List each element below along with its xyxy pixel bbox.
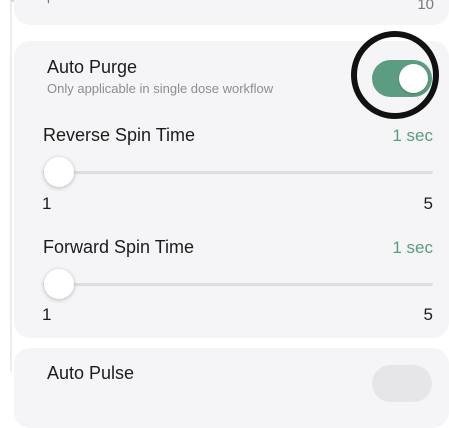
forward-spin-time-slider[interactable]	[43, 283, 433, 286]
auto-purge-subtitle: Only applicable in single dose workflow	[47, 81, 274, 96]
reverse-spin-time-label: Reverse Spin Time	[43, 125, 196, 145]
reverse-spin-time-min: 1	[42, 194, 52, 213]
forward-spin-time-value: 1 sec	[392, 238, 433, 257]
auto-pulse-toggle[interactable]	[372, 365, 432, 402]
forward-spin-time-label: Forward Spin Time	[43, 237, 195, 257]
reverse-spin-time-value: 1 sec	[392, 126, 433, 145]
reverse-spin-time-max: 5	[423, 194, 433, 213]
previous-settings-card	[14, 0, 449, 25]
forward-spin-time-max: 5	[423, 305, 433, 324]
forward-spin-time-min: 1	[42, 305, 52, 324]
auto-pulse-title: Auto Pulse	[47, 363, 135, 383]
reverse-spin-time-slider[interactable]	[43, 171, 433, 174]
auto-purge-title: Auto Purge	[47, 57, 138, 77]
forward-spin-time-slider-thumb[interactable]	[44, 269, 74, 299]
reverse-spin-time-slider-thumb[interactable]	[44, 157, 74, 187]
highlight-circle-annotation	[351, 31, 439, 119]
partial-card-text-right: 10	[417, 0, 434, 13]
partial-card-text-left: '	[47, 0, 50, 14]
